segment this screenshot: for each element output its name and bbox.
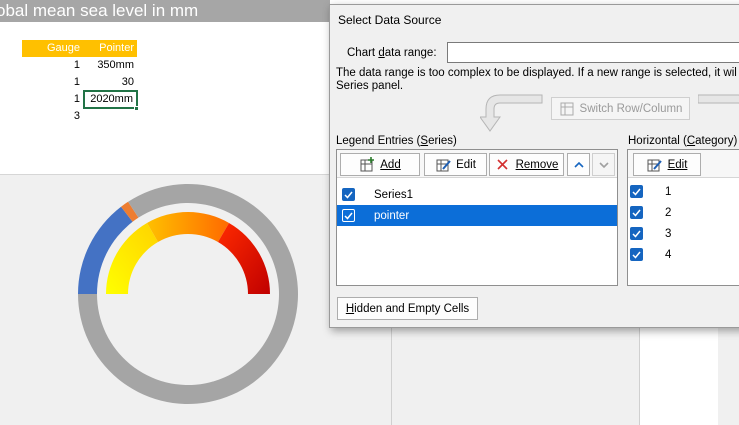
category-list: Edit 1 2 3 4 [627,149,739,286]
table-cell[interactable]: 1 [22,91,83,108]
edit-series-button[interactable]: Edit [424,153,487,176]
edit-table-icon [435,157,451,173]
curved-arrow-right-icon [698,94,739,104]
chevron-up-icon [571,157,587,173]
category-checkbox[interactable] [630,248,643,261]
series-checkbox[interactable] [342,209,355,222]
category-label: 1 [665,185,672,198]
hidden-empty-cells-button[interactable]: Hidden and Empty Cells [337,297,478,320]
category-item[interactable]: 2 [628,202,739,223]
add-table-icon [359,157,375,173]
edit-label: Edit [456,158,476,171]
edit-table-icon [647,157,663,173]
table-header-pointer[interactable]: Pointer [83,40,137,57]
switch-grid-icon [559,101,575,117]
chevron-down-icon [596,157,612,173]
legend-entries-title: Legend Entries (Series) [336,135,457,147]
move-up-button[interactable] [567,153,590,176]
category-label: 2 [665,206,672,219]
table-cell[interactable]: 350mm [83,57,137,74]
category-edit-label: Edit [667,158,688,171]
move-down-button[interactable] [592,153,615,176]
add-series-button[interactable]: Add [340,153,420,176]
category-checkbox[interactable] [630,206,643,219]
table-header-gauge[interactable]: Gauge [22,40,83,57]
range-message: The data range is too complex to be disp… [336,67,739,93]
gauge-slice-hidden[interactable] [106,294,270,376]
series-item-selected[interactable]: pointer [337,205,617,226]
remove-x-icon [495,157,511,173]
curved-arrow-left-icon [480,94,543,132]
table-cell[interactable]: 1 [22,57,83,74]
chart-title: obal mean sea level in mm [0,1,199,20]
series-list: Add Edit Remove Series1 pointer [336,149,618,286]
gauge-slice-orange[interactable] [147,212,229,243]
hidden-empty-cells-label: Hidden and Empty Cells [345,302,470,315]
series-label: pointer [374,209,410,222]
switch-row-column-label: Switch Row/Column [579,102,683,115]
chart-title-band: obal mean sea level in mm [0,0,330,22]
chart-range-label: Chart data range: [347,47,437,59]
horizontal-category-title: Horizontal (Category) [628,135,738,147]
chart-range-input[interactable] [447,42,739,63]
category-label: 4 [665,248,672,261]
dialog-title: Select Data Source [338,13,442,27]
category-item[interactable]: 3 [628,223,739,244]
range-message-line1: The data range is too complex to be disp… [336,67,737,79]
category-item[interactable]: 1 [628,181,739,202]
add-label: Add [380,158,401,171]
fill-handle[interactable] [134,106,139,111]
table-cell[interactable]: 30 [83,74,137,91]
active-cell[interactable]: 2020mm [83,90,138,109]
remove-series-button[interactable]: Remove [489,153,564,176]
edit-category-button[interactable]: Edit [633,153,701,176]
switch-row-column-button[interactable]: Switch Row/Column [551,97,690,120]
category-item[interactable]: 4 [628,244,739,265]
series-checkbox[interactable] [342,188,355,201]
series-label: Series1 [374,188,413,201]
category-checkbox[interactable] [630,227,643,240]
table-cell[interactable]: 3 [22,108,83,125]
sheet-strip [639,326,718,425]
table-cell[interactable]: 1 [22,74,83,91]
select-data-source-dialog: Select Data Source Chart data range: The… [329,4,739,328]
sheet-strip-gray [718,326,739,425]
series-item[interactable]: Series1 [337,184,617,205]
category-label: 3 [665,227,672,240]
remove-label: Remove [515,158,559,171]
category-checkbox[interactable] [630,185,643,198]
